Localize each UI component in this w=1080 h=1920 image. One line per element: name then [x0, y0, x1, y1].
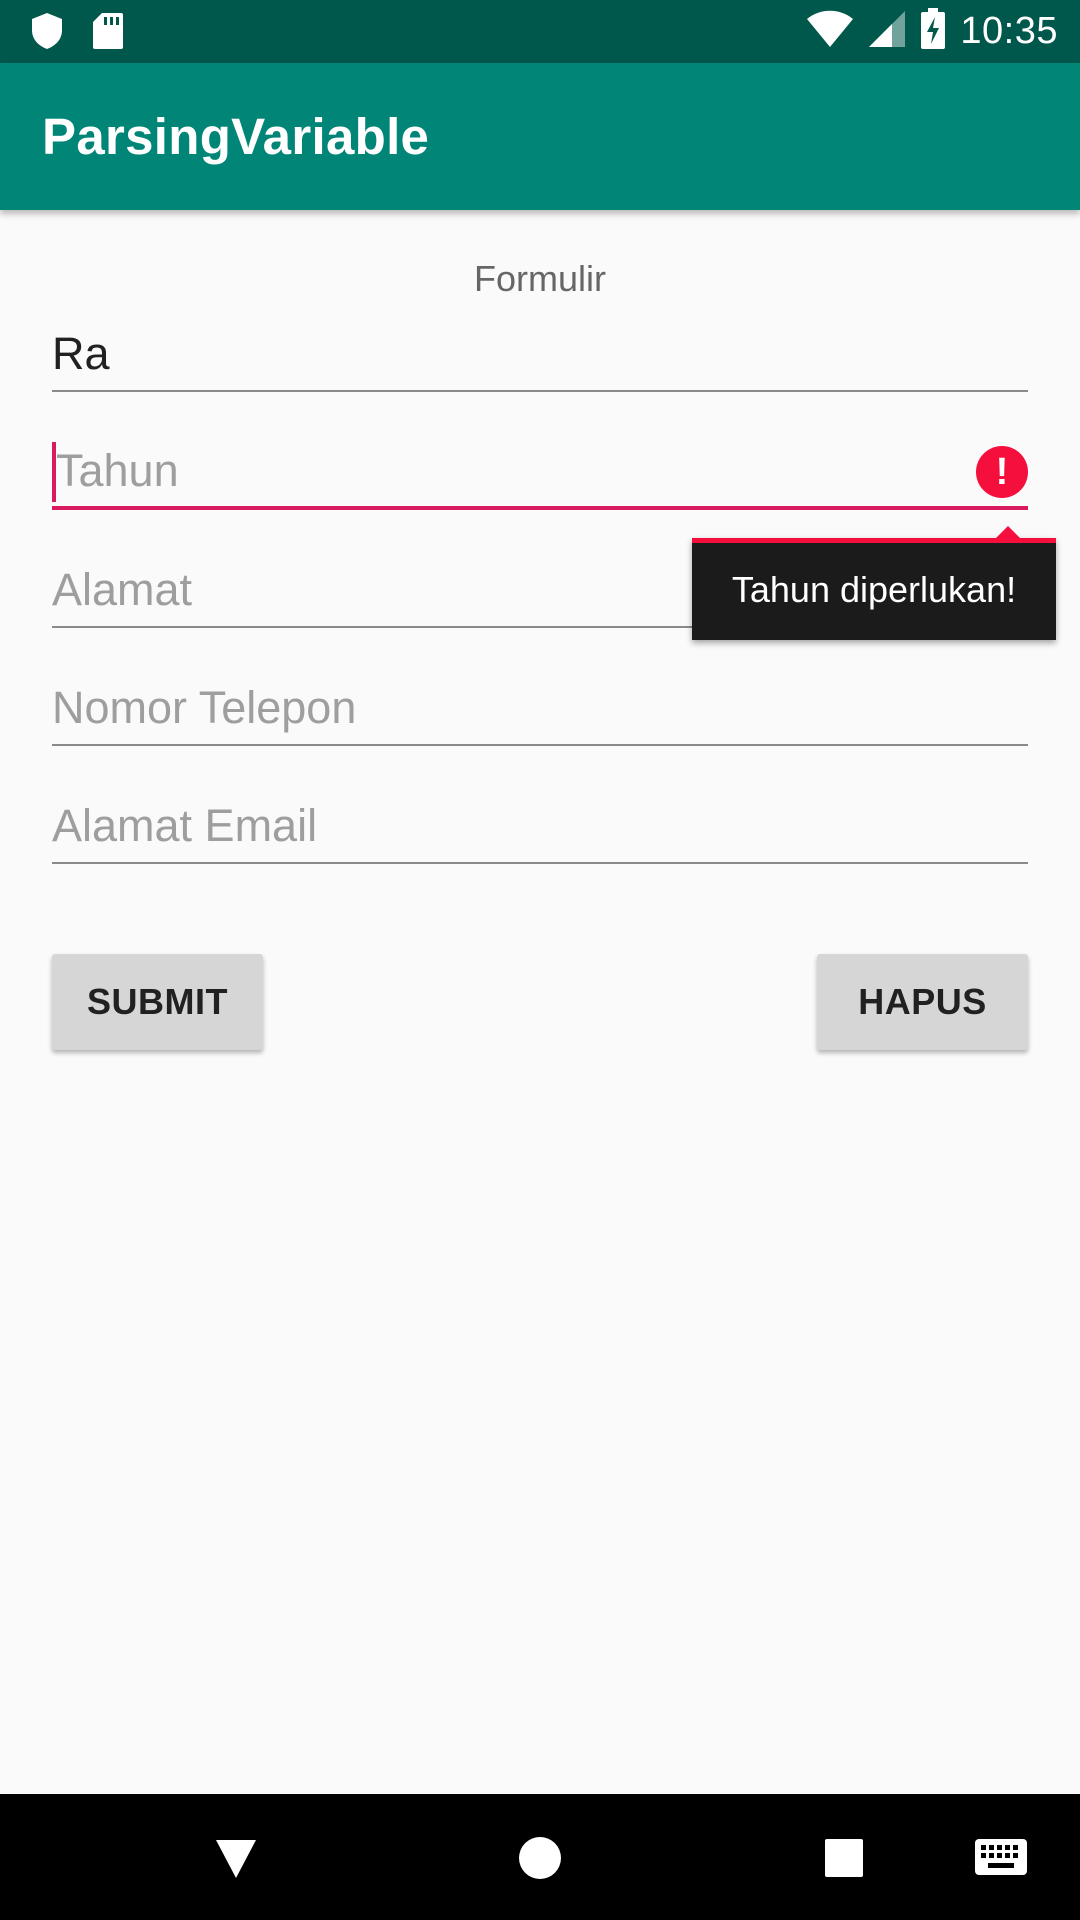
wifi-icon — [806, 9, 854, 54]
status-bar: 10:35 — [0, 0, 1080, 63]
nama-field[interactable] — [52, 318, 1028, 392]
form-container: Formulir ! Tahun diperlukan! SUBMIT HAPU… — [0, 210, 1080, 1794]
shield-icon — [30, 12, 64, 55]
email-field[interactable] — [52, 790, 1028, 864]
back-icon[interactable] — [214, 1838, 258, 1885]
error-popup: Tahun diperlukan! — [692, 526, 1056, 640]
navigation-bar — [0, 1794, 1080, 1920]
tahun-input[interactable] — [52, 436, 1028, 506]
home-icon[interactable] — [518, 1836, 562, 1885]
telepon-field[interactable] — [52, 672, 1028, 746]
keyboard-icon[interactable] — [974, 1838, 1028, 1881]
clear-button[interactable]: HAPUS — [817, 954, 1028, 1050]
battery-charging-icon — [920, 8, 946, 55]
error-message: Tahun diperlukan! — [731, 569, 1017, 610]
app-title: ParsingVariable — [42, 108, 430, 165]
signal-icon — [868, 9, 906, 54]
email-input[interactable] — [52, 790, 1028, 862]
nama-input[interactable] — [52, 318, 1028, 390]
app-bar: ParsingVariable — [0, 63, 1080, 210]
submit-button[interactable]: SUBMIT — [52, 954, 263, 1050]
form-title: Formulir — [474, 258, 606, 299]
error-popup-arrow — [996, 526, 1020, 538]
error-icon[interactable]: ! — [976, 446, 1028, 498]
recents-icon[interactable] — [824, 1838, 864, 1883]
status-time: 10:35 — [960, 10, 1058, 52]
sd-card-icon — [92, 12, 124, 55]
tahun-field[interactable]: ! — [52, 436, 1028, 510]
telepon-input[interactable] — [52, 672, 1028, 744]
